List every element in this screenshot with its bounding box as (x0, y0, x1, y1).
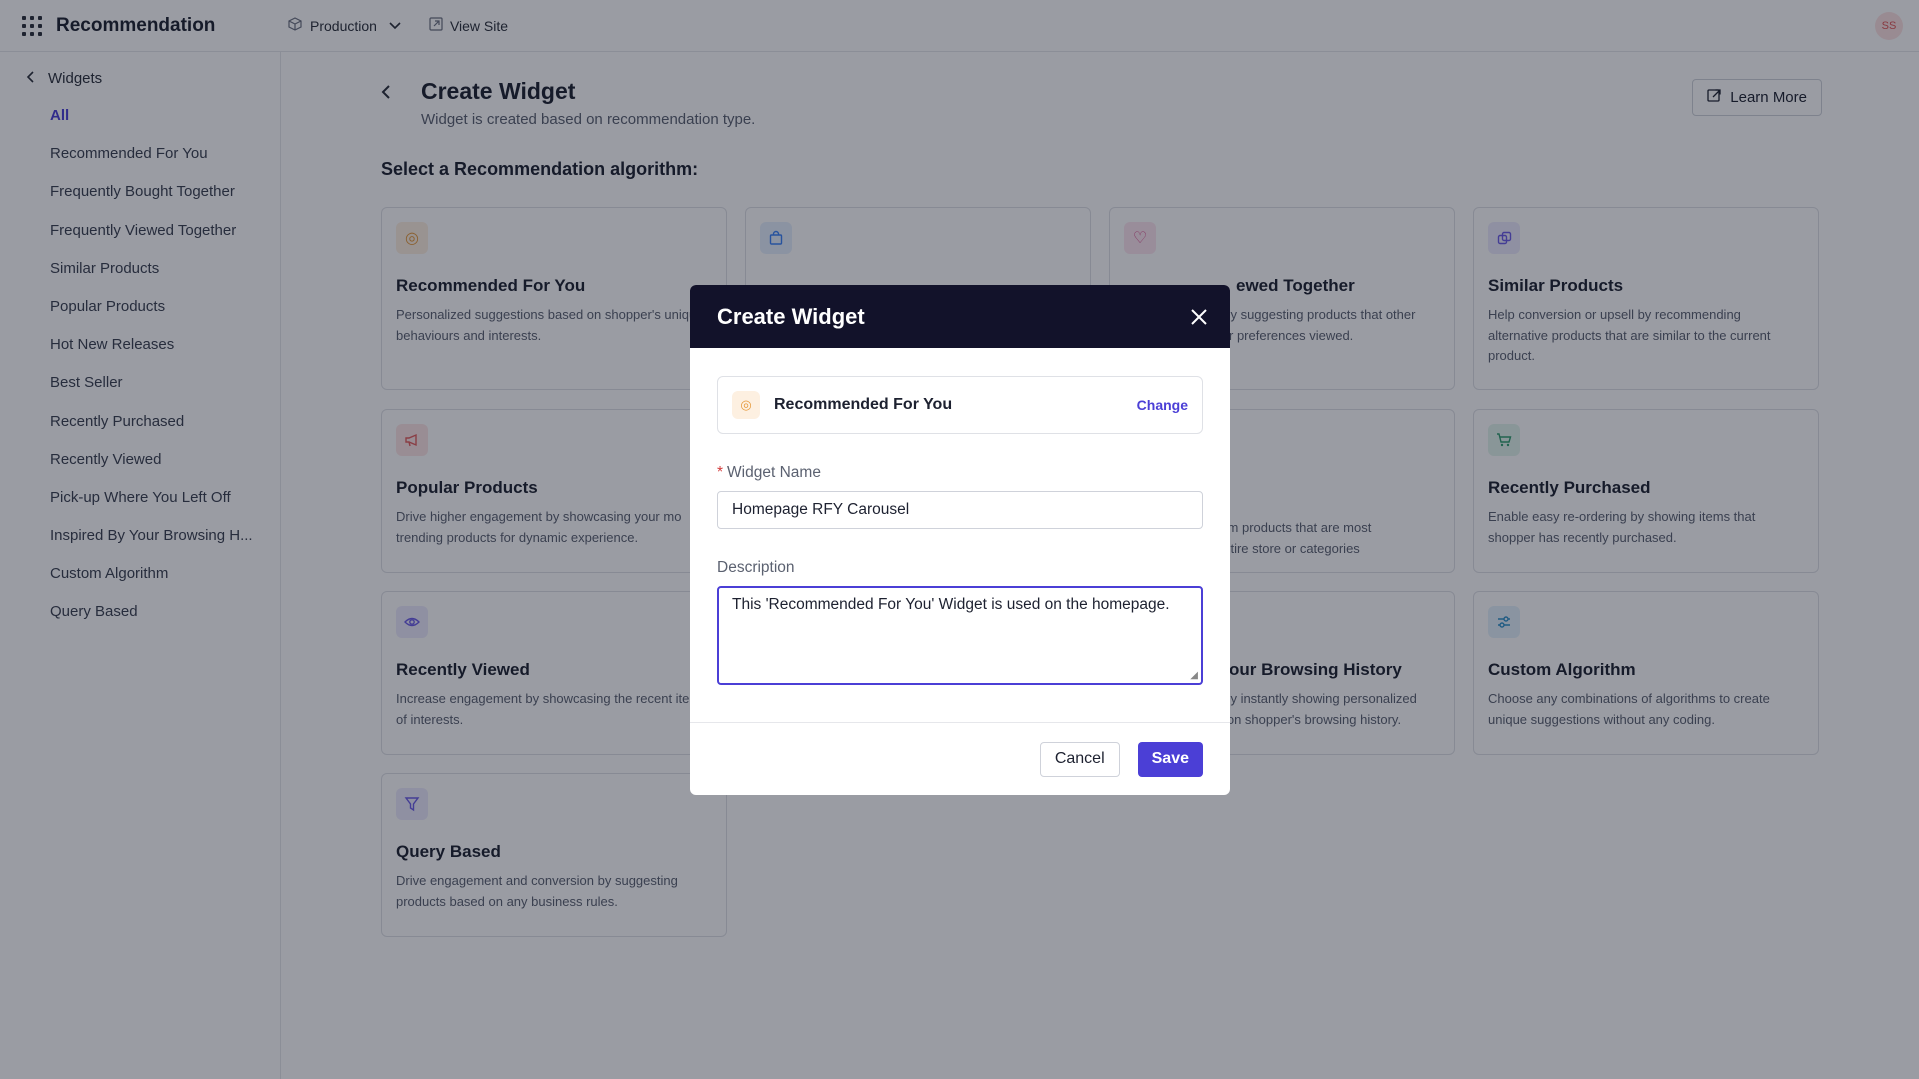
close-icon[interactable] (1190, 303, 1208, 331)
save-button[interactable]: Save (1137, 741, 1203, 777)
description-textarea[interactable]: This 'Recommended For You' Widget is use… (717, 586, 1203, 685)
modal-header: Create Widget (690, 285, 1230, 348)
widget-name-input[interactable]: Homepage RFY Carousel (717, 491, 1203, 529)
modal-body: ◎ Recommended For You Change * Widget Nam… (690, 348, 1230, 685)
widget-name-label: * Widget Name (717, 464, 821, 481)
description-label: Description (717, 559, 795, 576)
selected-algorithm-name: Recommended For You (774, 396, 953, 413)
modal-footer: Cancel Save (690, 722, 1230, 795)
required-marker: * (717, 464, 724, 481)
selected-algorithm: ◎ Recommended For You Change (717, 376, 1203, 434)
resize-handle-icon[interactable]: ◢ (1190, 670, 1198, 681)
target-icon: ◎ (732, 391, 760, 419)
create-widget-modal: Create Widget ◎ Recommended For You Chan… (690, 285, 1230, 795)
change-algorithm-link[interactable]: Change (1137, 397, 1188, 413)
modal-title: Create Widget (717, 303, 865, 329)
cancel-button[interactable]: Cancel (1039, 741, 1120, 777)
description-text: This 'Recommended For You' Widget is use… (732, 596, 1170, 613)
